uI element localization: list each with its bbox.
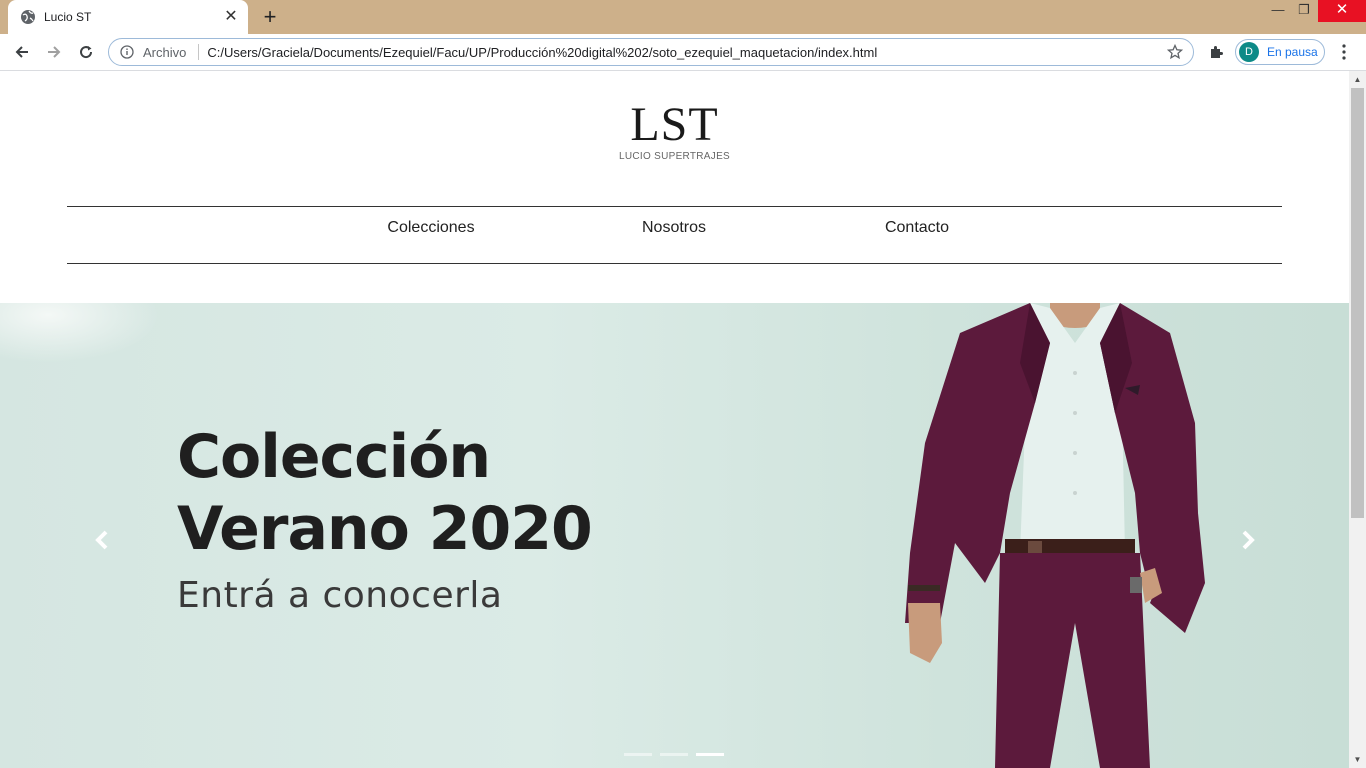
reload-icon[interactable]: [74, 40, 98, 64]
forward-icon[interactable]: [42, 40, 66, 64]
logo-tagline: LUCIO SUPERTRAJES: [618, 151, 731, 162]
scroll-up-icon[interactable]: ▲: [1349, 71, 1366, 88]
main-nav: Colecciones Nosotros Contacto: [67, 206, 1282, 264]
back-icon[interactable]: [10, 40, 34, 64]
browser-toolbar: Archivo C:/Users/Graciela/Documents/Ezeq…: [0, 34, 1366, 71]
url-text[interactable]: C:/Users/Graciela/Documents/Ezequiel/Fac…: [207, 45, 1165, 60]
origin-label: Archivo: [143, 44, 187, 60]
page-scrollbar[interactable]: ▲ ▼: [1349, 71, 1366, 768]
tab-title: Lucio ST: [44, 10, 92, 24]
carousel-indicator-1[interactable]: [624, 753, 652, 756]
address-bar[interactable]: Archivo C:/Users/Graciela/Documents/Ezeq…: [108, 38, 1194, 66]
globe-icon: [20, 9, 36, 25]
profile-button[interactable]: D En pausa: [1235, 39, 1325, 65]
info-icon[interactable]: [119, 44, 135, 60]
page-viewport: LST LUCIO SUPERTRAJES Colecciones Nosotr…: [0, 71, 1349, 768]
browser-tab[interactable]: Lucio ST ✕: [8, 0, 248, 34]
hero-title-line1: Colección: [177, 422, 491, 492]
divider: [198, 44, 200, 60]
extensions-icon[interactable]: [1206, 42, 1226, 62]
chevron-right-icon[interactable]: [1236, 525, 1260, 555]
hero-subtitle: Entrá a conocerla: [177, 575, 503, 616]
scroll-thumb[interactable]: [1351, 88, 1364, 518]
carousel-indicator-2[interactable]: [660, 753, 688, 756]
scroll-down-icon[interactable]: ▼: [1349, 751, 1366, 768]
hero-title-line2: Verano 2020: [177, 494, 593, 564]
new-tab-button[interactable]: +: [258, 5, 282, 29]
nav-link-nosotros[interactable]: Nosotros: [574, 219, 774, 237]
site-logo[interactable]: LST LUCIO SUPERTRAJES: [0, 98, 1349, 163]
carousel-indicator-3[interactable]: [696, 753, 724, 756]
browser-tab-bar: Lucio ST ✕ + — ❐ ✕: [0, 0, 1366, 34]
nav-link-colecciones[interactable]: Colecciones: [331, 219, 531, 237]
window-close-icon[interactable]: ✕: [1318, 0, 1366, 22]
avatar: D: [1239, 42, 1259, 62]
model-image: [905, 303, 1205, 768]
hero-highlight: [0, 303, 160, 363]
hero-title: Colección Verano 2020: [177, 421, 593, 565]
menu-icon[interactable]: [1336, 42, 1352, 62]
chevron-left-icon[interactable]: [90, 525, 114, 555]
nav-link-contacto[interactable]: Contacto: [817, 219, 1017, 237]
close-icon[interactable]: ✕: [222, 8, 240, 26]
logo-mark: LST: [630, 98, 719, 151]
carousel-indicators: [624, 753, 724, 756]
hero-carousel: Colección Verano 2020 Entrá a conocerla: [0, 303, 1349, 768]
star-icon[interactable]: [1165, 42, 1185, 62]
profile-label: En pausa: [1267, 45, 1318, 59]
